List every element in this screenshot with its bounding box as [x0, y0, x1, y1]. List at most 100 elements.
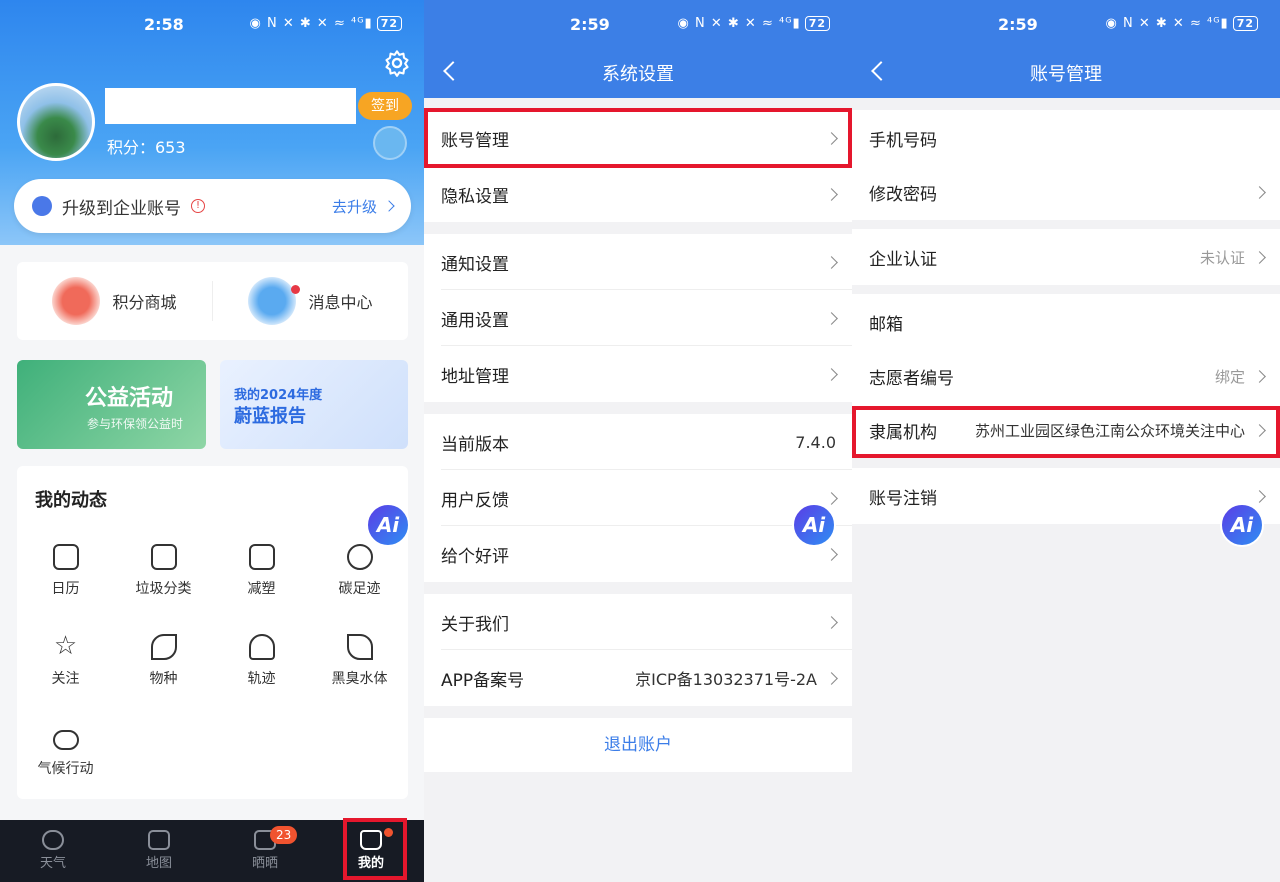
row-notification-settings[interactable]: 通知设置	[424, 234, 852, 290]
charity-activity-banner[interactable]: 公益活动 参与环保领公益时	[17, 360, 206, 449]
medal-icon[interactable]	[373, 126, 407, 160]
row-general-settings[interactable]: 通用设置	[424, 290, 852, 346]
tab-map[interactable]: 地图	[106, 820, 212, 882]
row-label: 通用设置	[441, 310, 509, 331]
chevron-right-icon	[825, 615, 838, 629]
row-label: 修改密码	[869, 184, 937, 205]
status-icons: ◉ N ✕ ✱ ✕ ≈ ⁴ᴳ▮ 72	[250, 16, 402, 31]
shop-icon	[248, 544, 275, 570]
ai-assistant-button[interactable]: Ai	[366, 503, 410, 547]
annual-report-banner[interactable]: 我的2024年度 蔚蓝报告	[220, 360, 408, 449]
chevron-right-icon	[825, 255, 838, 269]
grid-label: 黑臭水体	[331, 671, 388, 687]
sign-in-button[interactable]: 签到	[358, 92, 412, 120]
message-center-icon	[248, 277, 297, 325]
grid-label: 垃圾分类	[135, 581, 192, 597]
upgrade-label: 升级到企业账号	[62, 198, 181, 219]
message-center-link[interactable]: 消息中心	[213, 277, 408, 325]
row-address-management[interactable]: 地址管理	[424, 346, 852, 402]
row-label: 地址管理	[441, 366, 509, 387]
ai-assistant-button[interactable]: Ai	[792, 503, 836, 547]
grid-calendar[interactable]: 日历	[17, 544, 114, 598]
chevron-right-icon	[1253, 489, 1266, 503]
tab-badge: 23	[270, 826, 298, 844]
points-label: 积分：653	[107, 138, 186, 157]
row-label: APP备案号	[441, 670, 525, 691]
tab-label: 天气	[39, 856, 66, 871]
logout-button[interactable]: 退出账户	[424, 718, 852, 772]
tab-label: 晒晒	[251, 856, 278, 871]
grid-carbon-footprint[interactable]: 碳足迹	[311, 544, 408, 598]
tab-label: 地图	[145, 856, 172, 871]
chevron-right-icon	[825, 671, 838, 685]
status-bar: 2:59 ◉ N ✕ ✱ ✕ ≈ ⁴ᴳ▮ 72	[424, 0, 852, 50]
highlight-box	[343, 818, 407, 880]
footprint-icon	[346, 544, 373, 570]
row-email[interactable]: 邮箱	[852, 294, 1280, 350]
grid-follow[interactable]: ☆ 关注	[17, 631, 114, 688]
upgrade-enterprise-bar[interactable]: 升级到企业账号 ! 去升级	[14, 179, 411, 233]
status-time: 2:58	[144, 15, 184, 34]
points-mall-link[interactable]: 积分商城	[17, 277, 212, 325]
grid-species[interactable]: 物种	[115, 634, 212, 688]
grid-label: 日历	[51, 581, 80, 597]
unread-dot	[291, 285, 300, 294]
row-label: 企业认证	[869, 249, 937, 270]
grid-label: 碳足迹	[338, 581, 381, 597]
tab-share[interactable]: 晒晒 23	[212, 820, 318, 882]
enterprise-icon	[32, 196, 52, 216]
status-icon-strip: ◉ N ✕ ✱ ✕ ≈ ⁴ᴳ▮	[1105, 16, 1229, 31]
warning-icon: !	[191, 199, 205, 213]
grid-black-odorous-water[interactable]: 黑臭水体	[311, 634, 408, 688]
chevron-right-icon	[825, 547, 838, 561]
account-management-screen: 2:59 ◉ N ✕ ✱ ✕ ≈ ⁴ᴳ▮ 72 账号管理 手机号码 修改密码 企业…	[852, 0, 1280, 882]
row-volunteer-id[interactable]: 志愿者编号 绑定	[852, 348, 1280, 404]
chevron-right-icon	[825, 311, 838, 325]
chevron-right-icon	[825, 187, 838, 201]
grid-label: 物种	[149, 671, 178, 687]
upgrade-link[interactable]: 去升级	[332, 196, 377, 217]
row-user-feedback[interactable]: 用户反馈	[424, 470, 852, 526]
ai-assistant-button[interactable]: Ai	[1220, 503, 1264, 547]
row-label: 手机号码	[869, 130, 937, 151]
row-current-version: 当前版本 7.4.0	[424, 414, 852, 470]
tab-weather[interactable]: 天气	[0, 820, 106, 882]
chevron-right-icon	[1253, 250, 1266, 264]
grid-label: 轨迹	[247, 671, 276, 687]
row-privacy-settings[interactable]: 隐私设置	[424, 166, 852, 222]
page-title: 系统设置	[602, 64, 674, 85]
cloud-icon	[52, 730, 79, 750]
row-change-password[interactable]: 修改密码	[852, 164, 1280, 220]
map-pin-icon	[148, 830, 170, 850]
row-app-icp[interactable]: APP备案号 京ICP备13032371号-2A	[424, 650, 852, 706]
grid-track[interactable]: 轨迹	[213, 634, 310, 688]
message-center-label: 消息中心	[308, 293, 373, 312]
row-about-us[interactable]: 关于我们	[424, 594, 852, 650]
row-account-cancellation[interactable]: 账号注销	[852, 468, 1280, 524]
charity-banner-subtitle: 参与环保领公益时	[87, 417, 184, 431]
grid-garbage-sorting[interactable]: 垃圾分类	[115, 544, 212, 598]
star-icon: ☆	[53, 631, 78, 661]
status-icon-strip: ◉ N ✕ ✱ ✕ ≈ ⁴ᴳ▮	[677, 16, 801, 31]
camera-icon	[150, 544, 177, 570]
status-time: 2:59	[570, 15, 610, 34]
grid-plastic-reduction[interactable]: 减塑	[213, 544, 310, 598]
report-banner-line2: 蔚蓝报告	[234, 406, 306, 427]
chevron-right-icon	[825, 491, 838, 505]
grid-climate-action[interactable]: 气候行动	[17, 724, 114, 778]
verification-status: 未认证	[1199, 248, 1245, 267]
row-rate-us[interactable]: 给个好评	[424, 526, 852, 582]
status-bar: 2:59 ◉ N ✕ ✱ ✕ ≈ ⁴ᴳ▮ 72	[852, 0, 1280, 50]
points-mall-icon	[52, 277, 101, 325]
grid-label: 气候行动	[37, 761, 94, 777]
avatar[interactable]	[17, 83, 95, 161]
row-enterprise-verification[interactable]: 企业认证 未认证	[852, 229, 1280, 285]
weather-icon	[42, 830, 64, 850]
row-phone-number[interactable]: 手机号码	[852, 110, 1280, 166]
battery-icon: 72	[1232, 16, 1258, 31]
nav-bar: 2:59 ◉ N ✕ ✱ ✕ ≈ ⁴ᴳ▮ 72 账号管理	[852, 0, 1280, 98]
page-title: 账号管理	[1030, 64, 1102, 85]
status-icons: ◉ N ✕ ✱ ✕ ≈ ⁴ᴳ▮ 72	[678, 16, 830, 31]
gear-icon[interactable]	[383, 49, 411, 77]
dynamics-title: 我的动态	[35, 490, 107, 511]
